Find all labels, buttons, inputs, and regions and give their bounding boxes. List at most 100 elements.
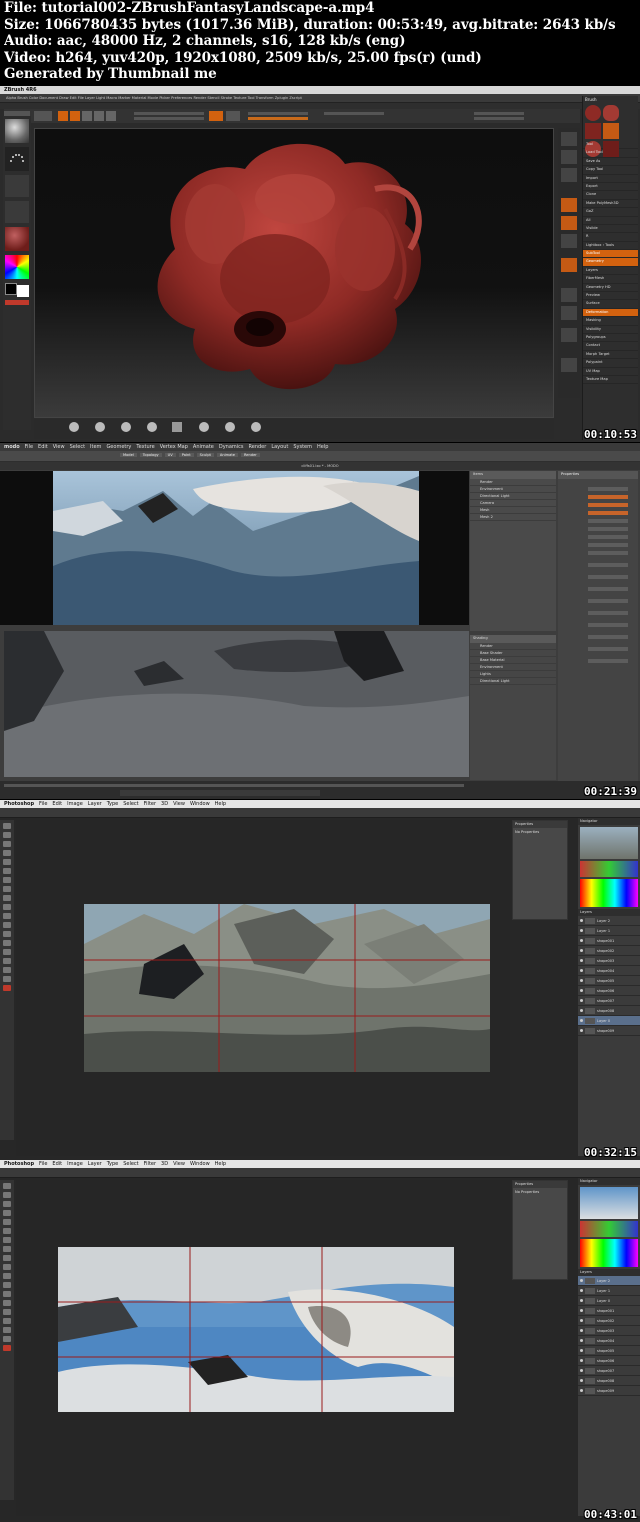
color-swatches[interactable] (5, 283, 29, 297)
move-button[interactable] (82, 111, 92, 121)
layer-row[interactable]: shape004 (578, 966, 640, 976)
lightbox-button[interactable] (34, 111, 52, 121)
tool-palette-item[interactable]: Copy Tool (583, 166, 638, 175)
tool-palette-item[interactable]: UV Map (583, 368, 638, 376)
draw-size-slider[interactable] (324, 112, 384, 115)
layer-row[interactable]: shape005 (578, 1346, 640, 1356)
visibility-eye-icon[interactable] (580, 919, 583, 922)
visibility-eye-icon[interactable] (580, 1339, 583, 1342)
ps1-image-canvas[interactable] (84, 904, 490, 1072)
scale-button[interactable] (94, 111, 104, 121)
menu-item[interactable]: Help (317, 444, 328, 450)
tool-palette-item[interactable]: Geometry HD (583, 284, 638, 293)
rgb-intensity-slider[interactable] (134, 117, 204, 120)
tool-palette-item[interactable]: Polygroups (583, 334, 638, 343)
tool-palette-item[interactable]: Lightbox › Tools (583, 242, 638, 251)
visibility-eye-icon[interactable] (580, 1369, 583, 1372)
layout-tab[interactable]: Topology (139, 453, 162, 457)
modo-timeline[interactable] (0, 781, 640, 799)
item-row[interactable]: Mesh (470, 507, 556, 514)
menu-item[interactable]: File (39, 801, 47, 807)
zsub-button[interactable] (226, 111, 240, 121)
layer-row[interactable]: shape002 (578, 1316, 640, 1326)
shader-row[interactable]: Base Shader (470, 650, 556, 657)
color-spectrum[interactable] (580, 879, 638, 907)
color-sliders[interactable] (580, 861, 638, 877)
visibility-eye-icon[interactable] (580, 1009, 583, 1012)
stroke-thumbnail[interactable] (5, 147, 29, 171)
layout-tab[interactable]: Animate (216, 453, 238, 457)
menu-item[interactable]: 3D (161, 801, 168, 807)
menu-item[interactable]: Item (90, 444, 101, 450)
visibility-eye-icon[interactable] (580, 1279, 583, 1282)
mrgb-slider[interactable] (134, 112, 204, 115)
item-row[interactable]: Mesh 2 (470, 514, 556, 521)
item-row[interactable]: Directional Light (470, 493, 556, 500)
menu-item[interactable]: Select (70, 444, 85, 450)
layer-row[interactable]: Layer 0 (578, 1296, 640, 1306)
tool-palette-item[interactable]: SubTool (583, 250, 638, 259)
visibility-eye-icon[interactable] (580, 1309, 583, 1312)
tool-palette-item[interactable]: Clone (583, 191, 638, 200)
layer-row[interactable]: shape009 (578, 1026, 640, 1036)
layer-row[interactable]: shape007 (578, 1366, 640, 1376)
layer-row[interactable]: Layer 2 (578, 1276, 640, 1286)
visibility-eye-icon[interactable] (580, 949, 583, 952)
tool-palette-item[interactable]: Texture Map (583, 376, 638, 385)
layer-row[interactable]: shape001 (578, 936, 640, 946)
visibility-eye-icon[interactable] (580, 1289, 583, 1292)
color-picker[interactable] (5, 255, 29, 279)
navigator-tab[interactable]: Navigator (578, 1178, 640, 1185)
menu-item[interactable]: Vertex Map (160, 444, 188, 450)
layout-tab[interactable]: UV (164, 453, 176, 457)
shader-row[interactable]: Directional Light (470, 678, 556, 685)
menu-item[interactable]: Help (215, 801, 226, 807)
visibility-eye-icon[interactable] (580, 999, 583, 1002)
tool-palette-item[interactable]: Export (583, 183, 638, 192)
menu-item[interactable]: View (173, 1161, 185, 1167)
visibility-eye-icon[interactable] (580, 1329, 583, 1332)
layer-row[interactable]: Layer 1 (578, 1286, 640, 1296)
menu-item[interactable]: Filter (144, 1161, 156, 1167)
shading-tab[interactable]: Shading (470, 635, 556, 643)
properties-tab[interactable]: Properties (558, 471, 638, 479)
visibility-eye-icon[interactable] (580, 929, 583, 932)
tool-palette-item[interactable]: Surface (583, 300, 638, 309)
menu-item[interactable]: Edit (52, 1161, 62, 1167)
layer-row[interactable]: shape009 (578, 1386, 640, 1396)
item-row[interactable]: Render (470, 479, 556, 486)
layer-row[interactable]: shape003 (578, 1326, 640, 1336)
visibility-eye-icon[interactable] (580, 939, 583, 942)
menu-item[interactable]: Layer (88, 1161, 102, 1167)
menu-item[interactable]: Select (123, 801, 138, 807)
layer-row[interactable]: shape003 (578, 956, 640, 966)
visibility-eye-icon[interactable] (580, 1299, 583, 1302)
material-thumbnail[interactable] (5, 227, 29, 251)
layout-tab[interactable]: Model (120, 453, 137, 457)
layer-row[interactable]: shape001 (578, 1306, 640, 1316)
layer-row[interactable]: Layer 2 (578, 916, 640, 926)
tool-palette-item[interactable]: Visibility (583, 326, 638, 334)
menu-item[interactable]: File (39, 1161, 47, 1167)
menu-item[interactable]: Edit (38, 444, 48, 450)
tool-palette-item[interactable]: Preview (583, 292, 638, 301)
zbrush-canvas[interactable] (34, 128, 554, 418)
menu-item[interactable]: Window (190, 1161, 210, 1167)
tool-palette-item[interactable]: Morph Target (583, 351, 638, 360)
properties-tab[interactable]: Properties (513, 1181, 567, 1188)
menu-item[interactable]: Layout (271, 444, 288, 450)
visibility-eye-icon[interactable] (580, 1359, 583, 1362)
menu-item[interactable]: Layer (88, 801, 102, 807)
tool-palette-item[interactable]: FiberMesh (583, 275, 638, 284)
layout-tab[interactable]: Sculpt (196, 453, 214, 457)
ps2-image-canvas[interactable] (58, 1247, 454, 1412)
menu-item[interactable]: Render (249, 444, 267, 450)
menu-item[interactable]: Type (107, 1161, 118, 1167)
menu-item[interactable]: Window (190, 801, 210, 807)
tool-palette-item[interactable]: R (583, 233, 638, 242)
tool-palette-item[interactable]: Masking (583, 317, 638, 326)
menu-item[interactable]: Type (107, 801, 118, 807)
layers-tab[interactable]: Layers (578, 1269, 640, 1276)
menu-item[interactable]: File (25, 444, 33, 450)
tool-palette-item[interactable]: Polypaint (583, 359, 638, 368)
